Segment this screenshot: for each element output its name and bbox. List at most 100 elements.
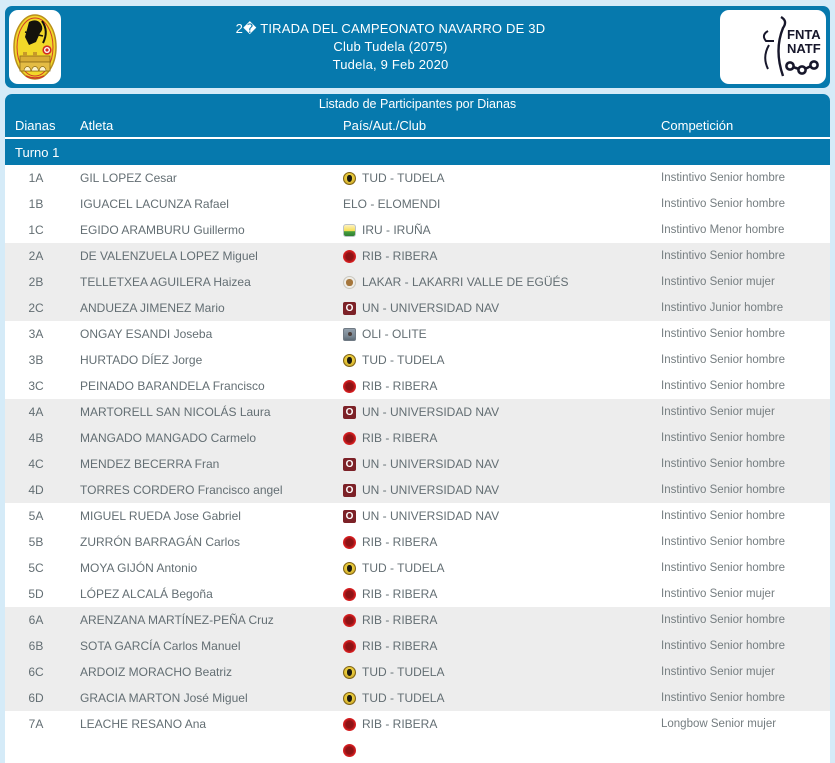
table-row: 2A DE VALENZUELA LOPEZ Miguel RIB - RIBE… — [5, 243, 830, 269]
table-row: 6A ARENZANA MARTÍNEZ-PEÑA Cruz RIB - RIB… — [5, 607, 830, 633]
row-competicion: Instintivo Senior hombre — [661, 198, 786, 210]
row-club: RIB - RIBERA — [362, 639, 438, 653]
table-row — [5, 737, 830, 763]
table-row: 3A ONGAY ESANDI Joseba OLI - OLITE Insti… — [5, 321, 830, 347]
table-row: 5A MIGUEL RUEDA Jose Gabriel UN - UNIVER… — [5, 503, 830, 529]
row-dianas: 1C — [28, 223, 44, 237]
row-club: LAKAR - LAKARRI VALLE DE EGÜÉS — [362, 275, 569, 289]
row-atleta: MOYA GIJÓN Antonio — [80, 561, 198, 575]
iru-club-icon — [343, 223, 356, 237]
row-dianas: 5C — [28, 561, 44, 575]
row-club: TUD - TUDELA — [362, 691, 445, 705]
row-club-cell: TUD - TUDELA — [343, 691, 661, 705]
row-dianas: 3A — [28, 327, 44, 341]
row-club: UN - UNIVERSIDAD NAV — [362, 405, 500, 419]
row-competicion: Longbow Senior mujer — [661, 718, 777, 730]
row-dianas: 3C — [28, 379, 44, 393]
oli-club-icon — [343, 327, 356, 341]
un-club-icon — [343, 509, 356, 523]
row-dianas: 3B — [28, 353, 44, 367]
tud-club-icon — [343, 691, 356, 705]
table-row: 3B HURTADO DÍEZ Jorge TUD - TUDELA Insti… — [5, 347, 830, 373]
row-club-cell: RIB - RIBERA — [343, 535, 661, 549]
row-club-cell: TUD - TUDELA — [343, 171, 661, 185]
row-competicion: Instintivo Senior mujer — [661, 666, 775, 678]
event-header: 2� TIRADA DEL CAMPEONATO NAVARRO DE 3D C… — [5, 6, 830, 88]
row-atleta: MENDEZ BECERRA Fran — [80, 457, 220, 471]
table-body: 1A GIL LOPEZ Cesar TUD - TUDELA Instinti… — [5, 165, 830, 763]
row-atleta: LEACHE RESANO Ana — [80, 717, 207, 731]
table-row: 5C MOYA GIJÓN Antonio TUD - TUDELA Insti… — [5, 555, 830, 581]
row-dianas: 1A — [28, 171, 44, 185]
row-competicion: Instintivo Senior hombre — [661, 692, 786, 704]
row-atleta: GRACIA MARTON José Miguel — [80, 691, 248, 705]
row-club: TUD - TUDELA — [362, 353, 445, 367]
table-row: 4B MANGADO MANGADO Carmelo RIB - RIBERA … — [5, 425, 830, 451]
table-row: 1C EGIDO ARAMBURU Guillermo IRU - IRUÑA … — [5, 217, 830, 243]
club-tudela-logo — [9, 10, 61, 84]
rib-club-icon — [343, 431, 356, 445]
row-club: RIB - RIBERA — [362, 535, 438, 549]
row-club: UN - UNIVERSIDAD NAV — [362, 509, 500, 523]
federation-logo: FNTA NATF — [720, 10, 826, 84]
tud-club-icon — [343, 171, 356, 185]
row-club-cell: RIB - RIBERA — [343, 379, 661, 393]
row-atleta: ARDOIZ MORACHO Beatriz — [80, 665, 233, 679]
rib-club-icon — [343, 587, 356, 601]
col-header-dianas: Dianas — [15, 118, 56, 133]
row-dianas: 6A — [28, 613, 44, 627]
svg-text:NATF: NATF — [787, 41, 821, 56]
svg-text:FNTA: FNTA — [787, 27, 821, 42]
row-dianas: 5A — [28, 509, 44, 523]
row-competicion: Instintivo Senior hombre — [661, 250, 786, 262]
rib-club-icon — [343, 743, 356, 757]
event-title: 2� TIRADA DEL CAMPEONATO NAVARRO DE 3D — [235, 21, 546, 36]
un-club-icon — [343, 301, 356, 315]
rib-club-icon — [343, 249, 356, 263]
row-club-cell: RIB - RIBERA — [343, 717, 661, 731]
tud-club-icon — [343, 665, 356, 679]
row-atleta: SOTA GARCÍA Carlos Manuel — [80, 639, 241, 653]
row-competicion: Instintivo Senior hombre — [661, 536, 786, 548]
club-tudela-badge-icon — [13, 14, 57, 80]
event-club: Club Tudela (2075) — [333, 39, 448, 54]
tud-club-icon — [343, 561, 356, 575]
row-dianas: 6B — [28, 639, 44, 653]
row-club: TUD - TUDELA — [362, 665, 445, 679]
table-row: 5D LÓPEZ ALCALÁ Begoña RIB - RIBERA Inst… — [5, 581, 830, 607]
row-club: UN - UNIVERSIDAD NAV — [362, 483, 500, 497]
row-club-cell: ELO - ELOMENDI — [343, 197, 661, 211]
row-club: RIB - RIBERA — [362, 379, 438, 393]
row-dianas: 5D — [28, 587, 44, 601]
rib-club-icon — [343, 535, 356, 549]
row-competicion: Instintivo Senior hombre — [661, 328, 786, 340]
row-competicion: Instintivo Senior hombre — [661, 640, 786, 652]
table-row: 6B SOTA GARCÍA Carlos Manuel RIB - RIBER… — [5, 633, 830, 659]
row-club: RIB - RIBERA — [362, 613, 438, 627]
row-dianas: 4A — [28, 405, 44, 419]
row-dianas: 6D — [28, 691, 44, 705]
row-atleta: HURTADO DÍEZ Jorge — [80, 353, 203, 367]
rib-club-icon — [343, 717, 356, 731]
row-club-cell: UN - UNIVERSIDAD NAV — [343, 405, 661, 419]
row-dianas: 7A — [28, 717, 44, 731]
row-atleta: ONGAY ESANDI Joseba — [80, 327, 213, 341]
row-dianas: 2C — [28, 301, 44, 315]
event-date: Tudela, 9 Feb 2020 — [332, 57, 449, 72]
row-dianas: 1B — [28, 197, 44, 211]
rib-club-icon — [343, 613, 356, 627]
row-atleta: ARENZANA MARTÍNEZ-PEÑA Cruz — [80, 613, 274, 627]
row-atleta: MARTORELL SAN NICOLÁS Laura — [80, 405, 271, 419]
row-dianas: 4D — [28, 483, 44, 497]
table-row: 1A GIL LOPEZ Cesar TUD - TUDELA Instinti… — [5, 165, 830, 191]
row-club-cell: TUD - TUDELA — [343, 665, 661, 679]
row-club-cell: TUD - TUDELA — [343, 561, 661, 575]
row-club: UN - UNIVERSIDAD NAV — [362, 301, 500, 315]
row-club: OLI - OLITE — [362, 327, 427, 341]
row-club-cell: RIB - RIBERA — [343, 431, 661, 445]
un-club-icon — [343, 457, 356, 471]
table-row: 2B TELLETXEA AGUILERA Haizea LAKAR - LAK… — [5, 269, 830, 295]
rib-club-icon — [343, 379, 356, 393]
row-competicion: Instintivo Senior hombre — [661, 380, 786, 392]
row-club-cell: OLI - OLITE — [343, 327, 661, 341]
